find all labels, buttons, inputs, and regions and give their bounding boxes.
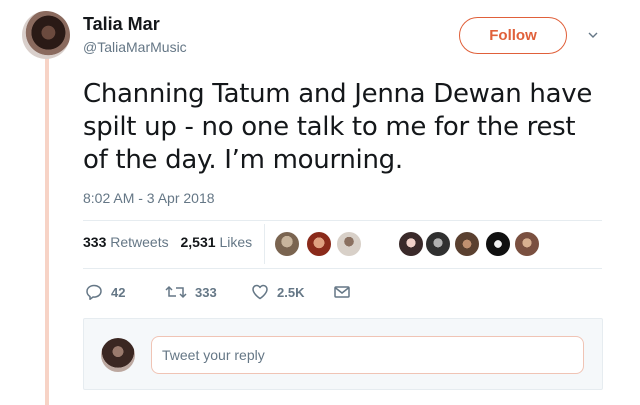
liker-avatar[interactable]: [425, 231, 451, 257]
liker-avatar[interactable]: [485, 231, 511, 257]
reply-input[interactable]: Tweet your reply: [151, 336, 584, 374]
retweet-icon: [165, 285, 187, 299]
stats-separator: [264, 224, 265, 264]
author-handle[interactable]: @TaliaMarMusic: [83, 39, 187, 55]
like-count: 2.5K: [277, 284, 305, 300]
thread-line: [45, 58, 49, 405]
liker-avatar[interactable]: [336, 231, 362, 257]
author-avatar[interactable]: [22, 11, 70, 59]
message-action[interactable]: [333, 283, 351, 301]
message-icon: [334, 286, 350, 298]
divider: [83, 268, 602, 269]
retweet-count: 333: [195, 284, 217, 300]
retweets-count: 333: [83, 234, 107, 250]
reply-icon: [86, 284, 102, 301]
like-action[interactable]: 2.5K: [251, 283, 304, 301]
tweet-stats: 333 Retweets 2,531 Likes: [83, 234, 260, 250]
author-name[interactable]: Talia Mar: [83, 14, 160, 35]
follow-button[interactable]: Follow: [459, 17, 567, 54]
retweets-stat[interactable]: 333 Retweets: [83, 234, 169, 250]
likes-label: Likes: [219, 234, 253, 250]
liker-avatar[interactable]: [306, 231, 332, 257]
tweet-timestamp[interactable]: 8:02 AM - 3 Apr 2018: [83, 190, 215, 206]
tweet-text: Channing Tatum and Jenna Dewan have spil…: [83, 79, 593, 175]
chevron-down-icon[interactable]: [588, 30, 598, 40]
like-icon: [252, 284, 268, 300]
likes-count: 2,531: [180, 234, 216, 250]
current-user-avatar[interactable]: [101, 338, 135, 372]
divider: [83, 220, 602, 221]
reply-box: Tweet your reply: [83, 318, 603, 390]
retweets-label: Retweets: [110, 234, 169, 250]
retweet-action[interactable]: 333: [165, 283, 217, 301]
likes-stat[interactable]: 2,531 Likes: [181, 234, 253, 250]
liker-avatar[interactable]: [454, 231, 480, 257]
reply-action[interactable]: 42: [85, 283, 125, 301]
liker-avatar[interactable]: [514, 231, 540, 257]
reply-count: 42: [111, 284, 126, 300]
liker-avatar[interactable]: [274, 231, 300, 257]
liker-avatar[interactable]: [398, 231, 424, 257]
